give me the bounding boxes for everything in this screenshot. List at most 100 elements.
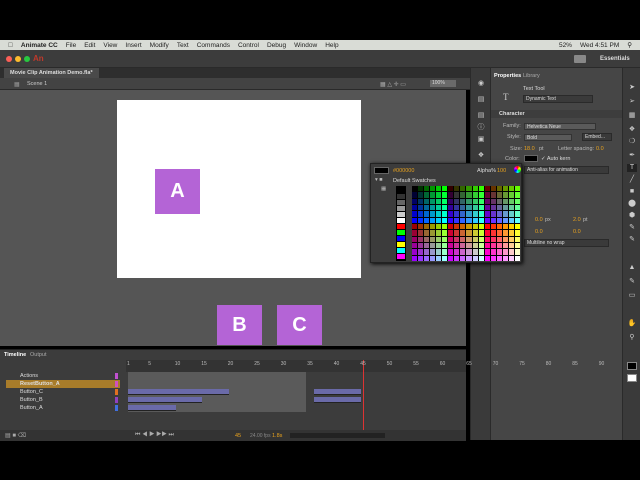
anti-alias-select[interactable]: Anti-alias for animation (524, 166, 609, 174)
swatch[interactable] (430, 198, 436, 204)
swatch[interactable] (514, 205, 520, 211)
swatch[interactable] (454, 217, 460, 223)
swatch[interactable] (508, 230, 514, 236)
swatch[interactable] (460, 243, 466, 249)
swatch[interactable] (397, 188, 405, 193)
swatch[interactable] (424, 243, 430, 249)
swatch[interactable] (448, 186, 454, 192)
swatch[interactable] (397, 212, 405, 217)
layer-row[interactable]: Button_C (6, 388, 120, 396)
zoom-icon[interactable]: ⚲ (627, 334, 637, 342)
hex-input[interactable]: #000000 (393, 168, 414, 174)
swatch[interactable] (514, 255, 520, 261)
swatch[interactable] (430, 255, 436, 261)
swatch[interactable] (472, 211, 478, 217)
swatch[interactable] (424, 255, 430, 261)
sync-icon[interactable] (574, 55, 586, 63)
swatch[interactable] (502, 192, 508, 198)
swatch[interactable] (442, 224, 448, 230)
swatch[interactable] (490, 243, 496, 249)
eraser-icon[interactable]: ▭ (627, 292, 637, 300)
swatch[interactable] (418, 230, 424, 236)
swatch[interactable] (484, 243, 490, 249)
swatch[interactable] (454, 186, 460, 192)
swatch[interactable] (502, 236, 508, 242)
swatch[interactable] (430, 224, 436, 230)
menu-help[interactable]: Help (325, 42, 338, 49)
layer-row[interactable]: ResetButton_A (6, 380, 120, 388)
swatch[interactable] (466, 236, 472, 242)
swatch[interactable] (412, 224, 418, 230)
swatch[interactable] (436, 224, 442, 230)
swatch[interactable] (418, 255, 424, 261)
swatch[interactable] (442, 205, 448, 211)
swatch[interactable] (478, 192, 484, 198)
align-icon[interactable]: ▤ (476, 112, 486, 120)
swatch[interactable] (430, 186, 436, 192)
layer-color[interactable] (115, 389, 118, 395)
swatch[interactable] (508, 205, 514, 211)
swatch[interactable] (454, 230, 460, 236)
swatch[interactable] (502, 217, 508, 223)
swatch[interactable] (484, 249, 490, 255)
swatch[interactable] (436, 205, 442, 211)
swatch[interactable] (448, 255, 454, 261)
swatch[interactable] (466, 224, 472, 230)
swatch[interactable] (484, 230, 490, 236)
motion-tween[interactable] (313, 389, 362, 395)
swatch[interactable] (436, 236, 442, 242)
swatch[interactable] (454, 236, 460, 242)
swatch[interactable] (478, 236, 484, 242)
swatch[interactable] (460, 249, 466, 255)
swatch[interactable] (436, 230, 442, 236)
playback-controls[interactable]: ⏮ ◀ ▶ ▶▶ ⏭ (135, 432, 174, 439)
swatch[interactable] (514, 198, 520, 204)
swatch[interactable] (496, 255, 502, 261)
swatch[interactable] (430, 211, 436, 217)
swatch[interactable] (397, 230, 405, 235)
swatch[interactable] (490, 236, 496, 242)
swatch[interactable] (442, 211, 448, 217)
menu-debug[interactable]: Debug (267, 42, 286, 49)
font-family-field[interactable]: Helvetica Neue (524, 123, 596, 130)
swatch[interactable] (412, 198, 418, 204)
swatch[interactable] (508, 211, 514, 217)
polystar-icon[interactable]: ⬢ (627, 212, 637, 220)
swatch[interactable] (514, 230, 520, 236)
swatch[interactable] (490, 192, 496, 198)
transform-icon[interactable]: ▣ (476, 136, 486, 144)
menu-view[interactable]: View (103, 42, 117, 49)
swatch[interactable] (412, 217, 418, 223)
swatch[interactable] (412, 205, 418, 211)
swatch[interactable] (397, 224, 405, 229)
swatch[interactable] (472, 217, 478, 223)
swatch[interactable] (484, 211, 490, 217)
line-type-select[interactable]: Multiline no wrap (524, 239, 609, 247)
pen-icon[interactable]: ✒ (627, 152, 637, 160)
text-tool-button[interactable]: T (627, 164, 637, 172)
letter-spacing-value[interactable]: 0.0 (596, 146, 604, 152)
swatch[interactable] (478, 249, 484, 255)
swatch[interactable] (508, 198, 514, 204)
swatch[interactable] (484, 224, 490, 230)
swatch[interactable] (436, 255, 442, 261)
motion-tween[interactable] (128, 405, 176, 411)
menu-commands[interactable]: Commands (197, 42, 230, 49)
swatch[interactable] (397, 242, 405, 247)
swatch[interactable] (508, 217, 514, 223)
swatch[interactable] (490, 198, 496, 204)
embed-button[interactable]: Embed... (582, 133, 612, 141)
swatch[interactable] (508, 255, 514, 261)
line-spacing-value[interactable]: 2.0 (573, 217, 581, 223)
swatch[interactable] (508, 243, 514, 249)
swatch[interactable] (442, 255, 448, 261)
layer-frames[interactable] (128, 372, 306, 380)
close-window-button[interactable] (6, 56, 12, 62)
app-menu[interactable]: Animate CC (21, 42, 58, 49)
swatch[interactable] (514, 249, 520, 255)
font-style-field[interactable]: Bold (524, 134, 572, 141)
swatch[interactable] (472, 236, 478, 242)
swatch[interactable] (496, 211, 502, 217)
swatch[interactable] (442, 243, 448, 249)
layer-frames[interactable] (128, 404, 306, 412)
